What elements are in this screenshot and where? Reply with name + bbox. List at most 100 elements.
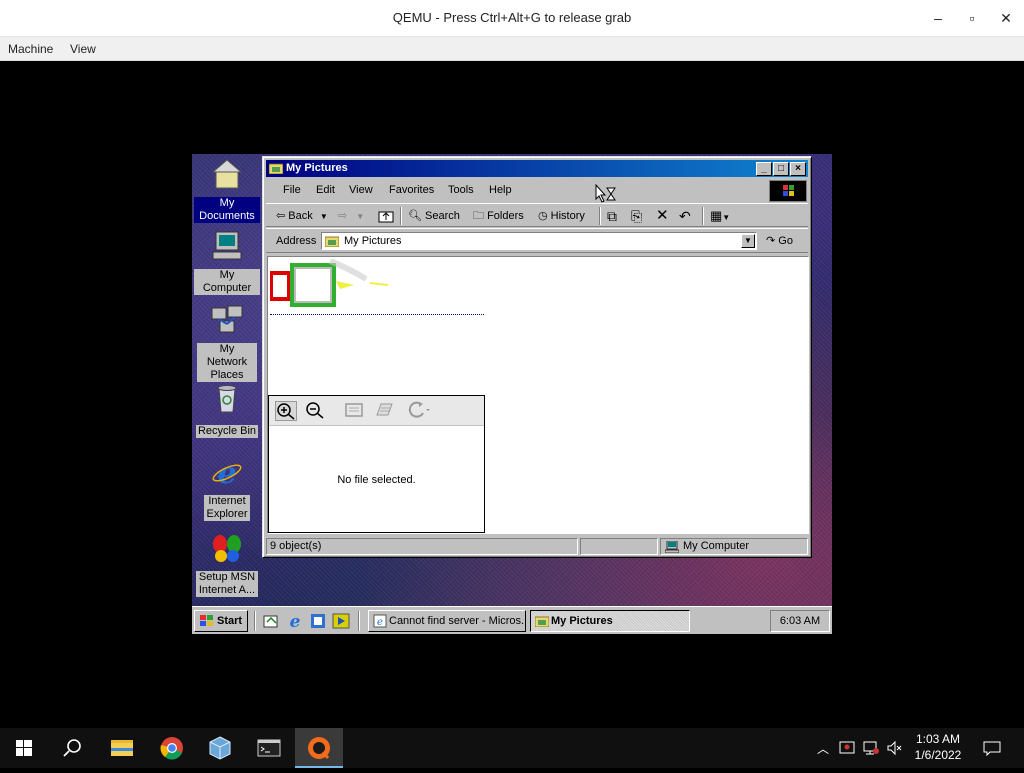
guest-system-clock[interactable]: 6:03 AM bbox=[770, 610, 830, 632]
folder-documents-icon bbox=[211, 159, 243, 189]
network-icon bbox=[211, 305, 243, 333]
address-bar: Address My Pictures ▼ ↷ Go bbox=[266, 228, 808, 253]
volume-muted-icon[interactable] bbox=[886, 740, 904, 756]
menu-edit[interactable]: Edit bbox=[316, 184, 335, 196]
host-clock[interactable]: 1:03 AM 1/6/2022 bbox=[905, 731, 971, 763]
desktop-icon-setup-msn[interactable]: Setup MSN Internet A... bbox=[194, 532, 260, 598]
host-file-explorer-button[interactable] bbox=[98, 728, 146, 768]
up-folder-button[interactable] bbox=[378, 207, 394, 225]
window-minimize-button[interactable]: _ bbox=[756, 162, 772, 176]
forward-button[interactable]: ⇨ ▼ bbox=[338, 207, 364, 225]
qemu-close-button[interactable]: ✕ bbox=[990, 6, 1022, 30]
folder-banner-graphic bbox=[269, 258, 484, 315]
preview-toolbar bbox=[269, 396, 484, 426]
delete-button[interactable]: ✕ bbox=[656, 207, 669, 225]
fit-image-button[interactable] bbox=[344, 401, 366, 421]
desktop-icon-my-documents[interactable]: My Documents bbox=[194, 158, 260, 224]
image-preview-panel: No file selected. bbox=[268, 395, 485, 533]
desktop-icon-my-computer[interactable]: My Computer bbox=[194, 230, 260, 296]
print-image-button[interactable] bbox=[374, 401, 396, 421]
history-button[interactable]: ◷ History bbox=[538, 207, 585, 225]
zoom-in-button[interactable] bbox=[275, 401, 297, 421]
address-value: My Pictures bbox=[344, 235, 402, 247]
go-button[interactable]: ↷ Go bbox=[766, 233, 793, 249]
print-icon bbox=[376, 403, 393, 416]
desktop-icon-internet-explorer[interactable]: e Internet Explorer bbox=[194, 456, 260, 522]
explorer-window[interactable]: My Pictures _ □ × File Edit View Favorit… bbox=[262, 156, 812, 558]
status-zone: My Computer bbox=[660, 538, 808, 555]
windows-logo-throbber bbox=[769, 180, 807, 202]
desktop-icon-label: Recycle Bin bbox=[195, 425, 259, 438]
qemu-menu-view[interactable]: View bbox=[70, 42, 96, 56]
explorer-toolbar: ⇦ Back ▼ ⇨ ▼ 🔍︎ Search 🗀 Folders ◷ Histo… bbox=[266, 203, 808, 227]
windows-flag-icon bbox=[783, 185, 794, 196]
menu-file[interactable]: File bbox=[283, 184, 301, 196]
folders-icon: 🗀 bbox=[473, 210, 484, 222]
network-icon[interactable] bbox=[862, 740, 880, 756]
host-clock-date: 1/6/2022 bbox=[914, 748, 962, 762]
qemu-window-title: QEMU - Press Ctrl+Alt+G to release grab bbox=[392, 10, 632, 25]
zoom-in-icon bbox=[277, 403, 295, 420]
address-input[interactable]: My Pictures ▼ bbox=[321, 232, 757, 250]
menu-tools[interactable]: Tools bbox=[448, 184, 474, 196]
security-icon[interactable] bbox=[838, 740, 856, 756]
host-virtualbox-button[interactable] bbox=[196, 728, 244, 768]
explorer-menubar: File Edit View Favorites Tools Help bbox=[266, 180, 766, 200]
terminal-icon bbox=[257, 739, 281, 757]
show-desktop-icon[interactable] bbox=[262, 612, 280, 630]
address-dropdown-button[interactable]: ▼ bbox=[741, 234, 755, 248]
host-qemu-button[interactable] bbox=[295, 728, 343, 768]
media-player-icon[interactable] bbox=[332, 612, 350, 630]
folder-content-pane[interactable]: No file selected. bbox=[267, 256, 809, 534]
chevron-down-icon: ▼ bbox=[722, 213, 731, 222]
menu-help[interactable]: Help bbox=[489, 184, 512, 196]
pictures-banner-icon bbox=[269, 258, 389, 307]
guest-taskbar: Start e e Cannot find server - Micros... bbox=[192, 606, 832, 634]
qemu-menu-machine[interactable]: Machine bbox=[8, 42, 53, 56]
notifications-icon[interactable] bbox=[982, 740, 1002, 757]
guest-desktop[interactable]: My Documents My Computer My Network Plac… bbox=[192, 154, 832, 634]
status-bar: 9 object(s) My Computer bbox=[266, 537, 808, 555]
window-close-button[interactable]: × bbox=[790, 162, 806, 176]
internet-explorer-icon: e bbox=[212, 456, 242, 491]
menu-favorites[interactable]: Favorites bbox=[389, 184, 434, 196]
internet-explorer-icon[interactable]: e bbox=[286, 612, 304, 630]
window-maximize-button[interactable]: □ bbox=[773, 162, 789, 176]
desktop-icon-label: My Documents bbox=[194, 197, 260, 223]
search-icon bbox=[63, 739, 81, 757]
start-button[interactable]: Start bbox=[194, 610, 248, 632]
explorer-titlebar[interactable]: My Pictures _ □ × bbox=[266, 160, 808, 177]
folders-button[interactable]: 🗀 Folders bbox=[473, 207, 524, 225]
host-search-button[interactable] bbox=[48, 728, 96, 768]
taskbar-item-ie-error[interactable]: e Cannot find server - Micros... bbox=[368, 610, 526, 632]
desktop-icon-label: Internet Explorer bbox=[204, 495, 250, 521]
zoom-out-button[interactable] bbox=[305, 401, 327, 421]
explorer-title: My Pictures bbox=[286, 162, 348, 174]
host-chrome-button[interactable] bbox=[148, 728, 196, 768]
qemu-minimize-button[interactable]: – bbox=[922, 6, 954, 30]
desktop-icon-network-places[interactable]: My Network Places bbox=[194, 304, 260, 383]
chevron-down-icon: ▼ bbox=[319, 212, 328, 221]
views-button[interactable]: ▦▼ bbox=[710, 207, 730, 225]
rotate-image-button[interactable] bbox=[407, 401, 430, 421]
host-terminal-button[interactable] bbox=[245, 728, 293, 768]
host-clock-time: 1:03 AM bbox=[915, 732, 961, 746]
move-to-button[interactable]: ⧉ bbox=[607, 207, 617, 225]
windows-flag-icon bbox=[200, 615, 213, 626]
taskbar-item-my-pictures[interactable]: My Pictures bbox=[530, 610, 690, 632]
menu-view[interactable]: View bbox=[349, 184, 373, 196]
copy-to-icon: ⎘ bbox=[631, 208, 643, 224]
search-button[interactable]: 🔍︎ Search bbox=[408, 207, 460, 225]
copy-to-button[interactable]: ⎘ bbox=[631, 207, 642, 225]
host-start-button[interactable] bbox=[0, 728, 48, 768]
back-button[interactable]: ⇦ Back ▼ bbox=[276, 207, 328, 225]
show-hidden-icons-chevron-icon[interactable]: ︿ bbox=[814, 740, 832, 756]
undo-button[interactable]: ↶ bbox=[679, 207, 691, 225]
qemu-maximize-button[interactable]: ▫ bbox=[956, 6, 988, 30]
move-to-icon: ⧉ bbox=[607, 208, 617, 224]
channels-icon[interactable] bbox=[309, 612, 327, 630]
desktop-icon-label: My Network Places bbox=[197, 343, 257, 382]
desktop-icon-recycle-bin[interactable]: Recycle Bin bbox=[194, 382, 260, 439]
internet-explorer-page-icon: e bbox=[373, 614, 387, 628]
folder-pictures-icon bbox=[325, 236, 339, 247]
